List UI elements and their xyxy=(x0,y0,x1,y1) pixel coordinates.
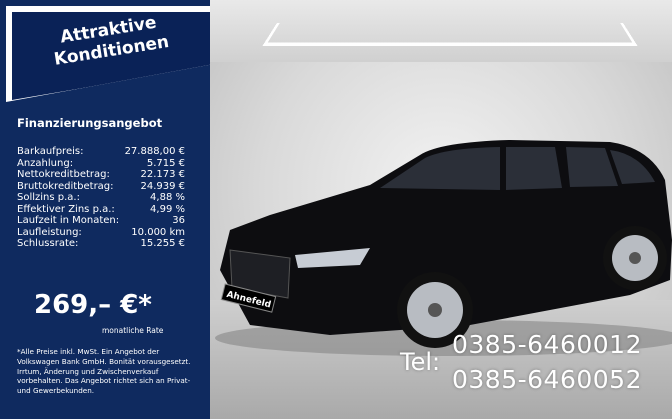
detail-label: Sollzins p.a.: xyxy=(17,192,80,203)
detail-row: Barkaufpreis: 27.888,00 € xyxy=(17,146,185,158)
detail-value: 27.888,00 € xyxy=(124,146,185,157)
detail-value: 15.255 € xyxy=(140,238,185,249)
detail-label: Schlussrate: xyxy=(17,238,79,249)
detail-value: 36 xyxy=(172,215,185,226)
detail-row: Nettokreditbetrag: 22.173 € xyxy=(17,169,185,181)
detail-row: Laufzeit in Monaten: 36 xyxy=(17,215,185,227)
phone-label: Tel: xyxy=(400,348,441,376)
detail-row: Laufleistung: 10.000 km xyxy=(17,227,185,239)
detail-value: 5.715 € xyxy=(146,157,185,169)
disclaimer: *Alle Preise inkl. MwSt. Ein Angebot der… xyxy=(17,347,191,396)
detail-label: Effektiver Zins p.a.: xyxy=(17,203,115,215)
ceiling-light xyxy=(262,22,638,46)
detail-value: 22.173 € xyxy=(140,169,185,180)
detail-value: 24.939 € xyxy=(140,180,185,192)
section-title: Finanzierungsangebot xyxy=(17,116,163,130)
detail-row: Sollzins p.a.: 4,88 % xyxy=(17,192,185,204)
detail-row: Effektiver Zins p.a.: 4,99 % xyxy=(17,204,185,216)
detail-value: 10.000 km xyxy=(131,226,185,238)
detail-label: Barkaufpreis: xyxy=(17,146,84,157)
detail-label: Anzahlung: xyxy=(17,157,74,169)
car-image: Ahnefeld xyxy=(215,140,672,356)
detail-label: Nettokreditbetrag: xyxy=(17,169,110,180)
showroom-ceiling xyxy=(210,0,672,62)
financing-details: Barkaufpreis: 27.888,00 € Anzahlung: 5.715… xyxy=(17,146,185,250)
financing-panel: Attraktive Konditionen Finanzierungsange… xyxy=(0,0,210,419)
phone-number-1: 0385-6460012 xyxy=(452,330,642,359)
detail-label: Laufleistung: xyxy=(17,226,82,238)
detail-label: Bruttokreditbetrag: xyxy=(17,180,114,192)
detail-row: Anzahlung: 5.715 € xyxy=(17,158,185,170)
detail-value: 4,99 % xyxy=(150,203,185,215)
detail-row: Schlussrate: 15.255 € xyxy=(17,238,185,250)
phone-number-2: 0385-6460052 xyxy=(452,365,642,394)
monthly-rate: 269,– €* xyxy=(34,290,152,320)
detail-value: 4,88 % xyxy=(150,192,185,203)
phone-overlay: Tel: 0385-6460012 0385-6460052 xyxy=(400,330,672,400)
monthly-rate-label: monatliche Rate xyxy=(102,326,164,335)
detail-label: Laufzeit in Monaten: xyxy=(17,215,120,226)
detail-row: Bruttokreditbetrag: 24.939 € xyxy=(17,181,185,193)
